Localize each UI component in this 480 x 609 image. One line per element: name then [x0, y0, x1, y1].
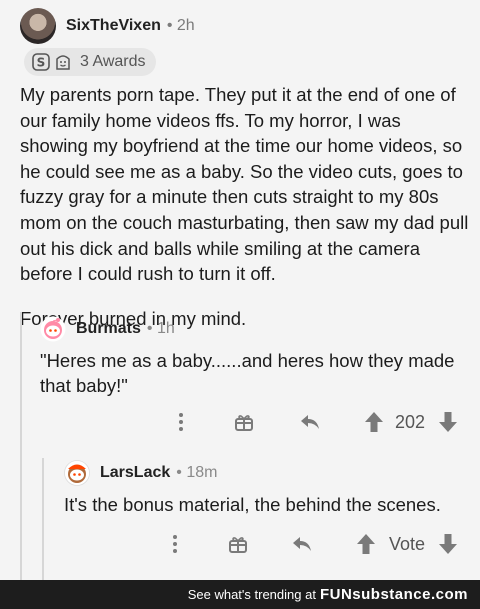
award-gift-icon[interactable]	[226, 532, 250, 556]
thread-line[interactable]	[42, 458, 44, 580]
upvote-arrow-icon[interactable]	[362, 410, 386, 434]
vote-count-text: 202	[394, 411, 426, 432]
footer-brand-fun: FUN	[319, 586, 353, 603]
reply2-time: • 18m	[176, 464, 218, 481]
reply-arrow-icon[interactable]	[290, 532, 314, 556]
silver-award-icon: S	[32, 53, 50, 71]
reply1-time: • 1h	[146, 320, 175, 337]
thread-line[interactable]	[20, 312, 22, 580]
watermark-footer: See what's trending at FUNsubstance.com	[0, 580, 480, 609]
post-time: • 2h	[166, 17, 195, 34]
footer-brand-rest: substance.com	[352, 586, 468, 603]
reply2-header: LarsLack • 18m	[64, 460, 217, 486]
reply1-header: Burmats • 1h	[40, 316, 175, 342]
wholesome-award-icon	[56, 55, 70, 70]
award-gift-icon[interactable]	[232, 410, 256, 434]
svg-text:S: S	[37, 56, 46, 70]
more-options-icon[interactable]	[172, 410, 190, 434]
awards-count: 3 Awards	[80, 53, 146, 70]
more-options-icon[interactable]	[166, 532, 184, 556]
vote-count: 202	[392, 410, 428, 434]
footer-text: See what's trending at	[187, 587, 316, 602]
snoo-avatar-icon[interactable]	[40, 316, 66, 342]
post-body: My parents porn tape. They put it at the…	[20, 82, 470, 350]
avatar[interactable]	[20, 8, 56, 44]
downvote-arrow-icon[interactable]	[436, 410, 460, 434]
footer-brand: FUNsubstance.com	[320, 586, 468, 603]
vote-label-text: Vote	[388, 533, 426, 554]
reply2-username[interactable]: LarsLack	[100, 464, 170, 482]
vote-label: Vote	[384, 532, 430, 556]
upvote-arrow-icon[interactable]	[354, 532, 378, 556]
reply-arrow-icon[interactable]	[298, 410, 322, 434]
reply1-text: "Heres me as a baby......and heres how t…	[40, 350, 455, 396]
post-username[interactable]: SixTheVixen	[66, 17, 161, 35]
awards-badge[interactable]: S 3 Awards	[24, 48, 156, 76]
reply1-username[interactable]: Burmats	[76, 320, 141, 338]
reply2-text: It's the bonus material, the behind the …	[64, 494, 441, 515]
post-paragraph: My parents porn tape. They put it at the…	[20, 84, 469, 285]
snoo-avatar-icon[interactable]	[64, 460, 90, 486]
downvote-arrow-icon[interactable]	[436, 532, 460, 556]
post-header: SixTheVixen • 2h	[20, 8, 195, 44]
